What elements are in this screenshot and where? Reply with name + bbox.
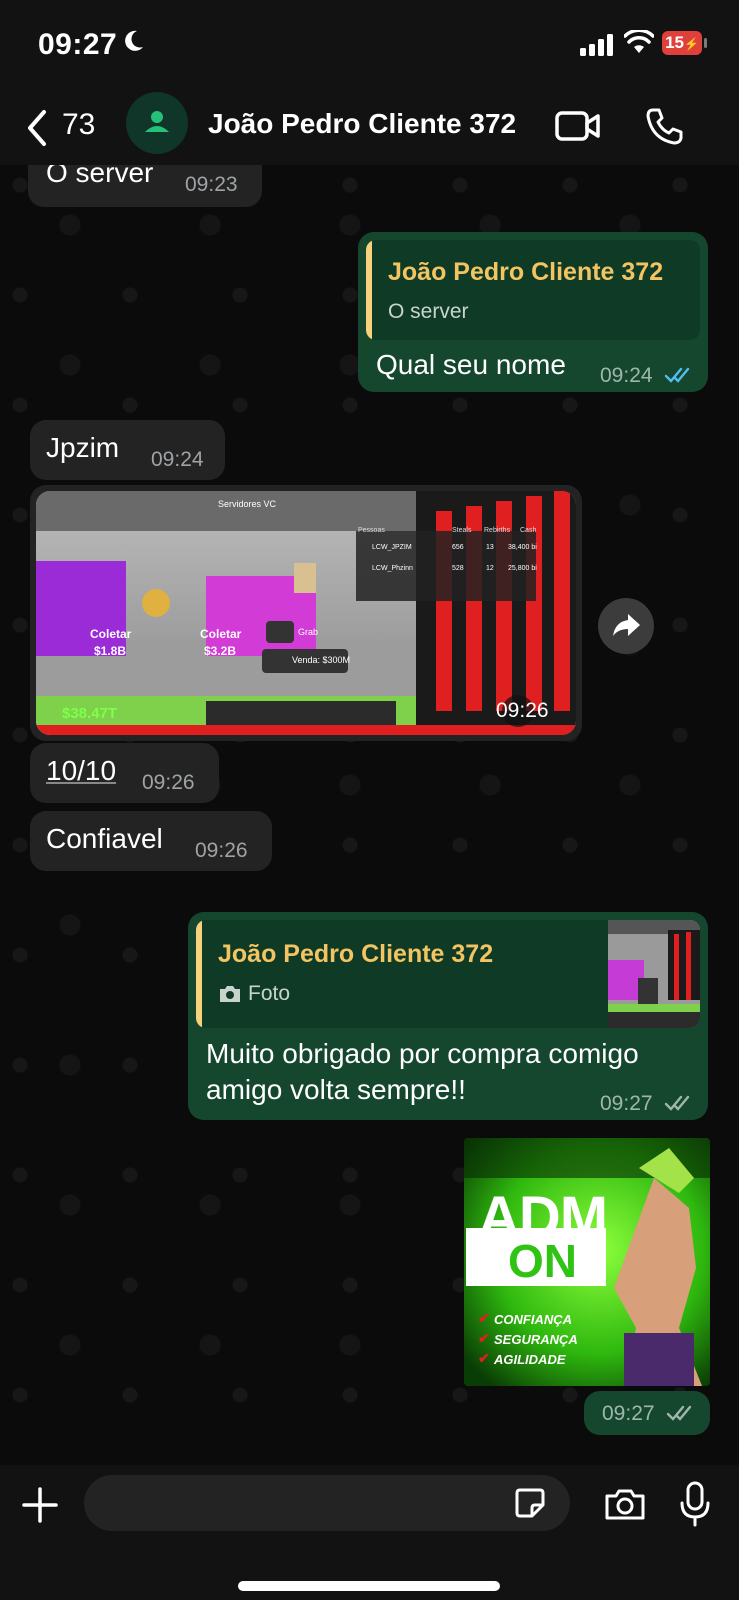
message-text: Confiavel bbox=[46, 823, 163, 854]
game-coletar-2: Coletar bbox=[200, 627, 242, 641]
contact-name[interactable]: João Pedro Cliente 372 bbox=[208, 108, 516, 140]
chat-area[interactable]: O server 09:23 João Pedro Cliente 372 O … bbox=[0, 165, 739, 1465]
outgoing-message[interactable]: João Pedro Cliente 372 Foto Muito obriga… bbox=[188, 912, 708, 1120]
status-bar: 09:27 15⚡ bbox=[0, 0, 739, 90]
phone-icon[interactable] bbox=[644, 106, 684, 146]
check-icon: ✔ bbox=[478, 1310, 490, 1326]
chat-header: 73 João Pedro Cliente 372 bbox=[0, 90, 739, 165]
game-col-people: Pessoas bbox=[358, 527, 385, 534]
game-col-rebirths: Rebirths bbox=[484, 527, 511, 534]
poster-on: ON bbox=[508, 1235, 577, 1287]
game-screenshot[interactable]: Servidores VC Pessoas Steals Rebirths Ca… bbox=[36, 491, 576, 735]
message-time: 09:26 bbox=[142, 771, 195, 794]
camera-icon[interactable] bbox=[604, 1487, 646, 1521]
game-grab: Grab bbox=[298, 627, 319, 637]
media-time: 09:26 bbox=[496, 699, 549, 722]
video-call-icon[interactable] bbox=[554, 108, 602, 144]
outgoing-image-message[interactable]: ADM ON CONFIANÇA SEGURANÇA AGILIDADE ✔ ✔… bbox=[464, 1138, 710, 1386]
incoming-message[interactable]: Jpzim 09:24 bbox=[30, 420, 225, 480]
game-venda: Venda: $300M bbox=[292, 655, 351, 665]
game-row2-cash: 25,800 bi bbox=[508, 565, 537, 572]
message-text: Jpzim bbox=[46, 432, 120, 463]
signal-icon bbox=[580, 34, 613, 56]
quote-author: João Pedro Cliente 372 bbox=[218, 940, 494, 968]
check-icon: ✔ bbox=[478, 1330, 490, 1346]
game-col-steals: Steals bbox=[452, 527, 472, 534]
game-row2-steals: 528 bbox=[452, 565, 464, 572]
battery-level: 15 bbox=[665, 33, 684, 52]
microphone-icon[interactable] bbox=[678, 1481, 712, 1527]
message-composer bbox=[0, 1465, 739, 1600]
thumbnail-image bbox=[608, 920, 700, 1028]
moon-icon bbox=[125, 30, 143, 51]
game-row1-name: LCW_JPZIM bbox=[372, 544, 412, 551]
poster-item-3: AGILIDADE bbox=[494, 1352, 566, 1367]
quoted-reply[interactable]: João Pedro Cliente 372 Foto bbox=[196, 920, 700, 1028]
message-time: 09:26 bbox=[195, 839, 248, 862]
quote-thumbnail bbox=[608, 920, 700, 1028]
game-row1-cash: 38,400 bi bbox=[508, 544, 537, 551]
incoming-message[interactable]: Confiavel 09:26 bbox=[30, 811, 272, 871]
battery-tip bbox=[704, 38, 707, 48]
game-money: $38.47T bbox=[62, 705, 118, 722]
quote-text: Foto bbox=[248, 982, 291, 1005]
home-indicator[interactable] bbox=[238, 1581, 500, 1591]
game-value-1: $1.8B bbox=[94, 644, 127, 658]
quoted-reply[interactable]: João Pedro Cliente 372 O server bbox=[366, 240, 700, 340]
poster-item-1: CONFIANÇA bbox=[494, 1312, 572, 1327]
camera-small-icon bbox=[220, 986, 240, 1002]
message-text: O server bbox=[46, 165, 154, 188]
message-text-line-1: Muito obrigado por compra comigo bbox=[206, 1038, 639, 1069]
poster-image bbox=[464, 1138, 710, 1386]
game-coletar-1: Coletar bbox=[90, 627, 132, 641]
game-row2-rebirths: 12 bbox=[486, 565, 494, 572]
plus-icon[interactable] bbox=[22, 1487, 58, 1523]
message-time: 09:23 bbox=[185, 173, 238, 196]
battery-indicator: 15⚡ bbox=[662, 31, 702, 55]
forward-button[interactable] bbox=[598, 598, 654, 654]
message-input[interactable] bbox=[84, 1475, 570, 1531]
outgoing-message[interactable]: João Pedro Cliente 372 O server Qual seu… bbox=[358, 232, 708, 392]
incoming-image-message[interactable]: Servidores VC Pessoas Steals Rebirths Ca… bbox=[30, 485, 582, 741]
quote-accent-bar bbox=[366, 240, 372, 340]
status-time: 09:27 bbox=[38, 28, 118, 61]
person-icon bbox=[145, 111, 169, 132]
game-row1-rebirths: 13 bbox=[486, 544, 494, 551]
game-row2-name: LCW_Phzinn bbox=[372, 565, 413, 572]
game-top-label: Servidores VC bbox=[218, 499, 277, 509]
incoming-message[interactable]: O server 09:23 bbox=[28, 165, 262, 207]
message-text[interactable]: 10/10 bbox=[46, 755, 116, 787]
message-time: 09:24 bbox=[600, 364, 653, 387]
delivered-ticks-icon bbox=[666, 1405, 692, 1421]
message-text: Qual seu nome bbox=[376, 349, 566, 380]
quote-text: O server bbox=[388, 300, 469, 323]
wifi-icon bbox=[624, 30, 654, 53]
message-time: 09:27 bbox=[600, 1092, 653, 1115]
quote-accent-bar bbox=[196, 920, 202, 1028]
message-text-line-2: amigo volta sempre!! bbox=[206, 1074, 466, 1105]
delivered-ticks-icon bbox=[664, 1095, 690, 1111]
unread-count[interactable]: 73 bbox=[62, 108, 95, 142]
contact-avatar[interactable] bbox=[126, 92, 188, 154]
quote-author: João Pedro Cliente 372 bbox=[388, 258, 664, 286]
message-time: 09:27 bbox=[602, 1402, 655, 1425]
check-icon: ✔ bbox=[478, 1350, 490, 1366]
image-time-pill: 09:27 bbox=[584, 1391, 710, 1435]
poster-item-2: SEGURANÇA bbox=[494, 1332, 578, 1347]
message-time: 09:24 bbox=[151, 448, 204, 471]
game-row1-steals: 656 bbox=[452, 544, 464, 551]
sticker-icon[interactable] bbox=[514, 1487, 546, 1519]
forward-icon bbox=[613, 614, 640, 636]
incoming-message[interactable]: 10/10 09:26 bbox=[30, 743, 219, 803]
game-col-cash: Cash bbox=[520, 527, 537, 534]
back-chevron-icon[interactable] bbox=[22, 108, 52, 148]
game-value-2: $3.2B bbox=[204, 644, 237, 658]
read-ticks-icon bbox=[664, 367, 690, 383]
